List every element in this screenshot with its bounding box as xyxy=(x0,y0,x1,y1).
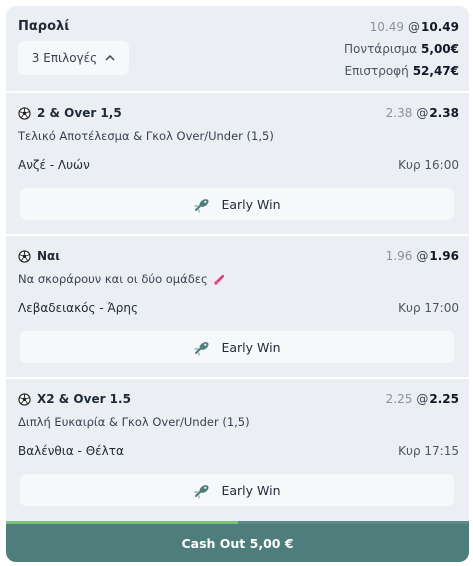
early-win-label: Early Win xyxy=(221,482,281,498)
bet-leg: 2 & Over 1,5 2.38 @2.38 Τελικό Αποτέλεσμα… xyxy=(6,93,469,234)
bet-slip-card: Παρολί 3 Επιλογές 10.49 @10.49 Ποντάρισμα… xyxy=(6,6,469,562)
leg-selection: X2 & Over 1.5 xyxy=(18,392,131,406)
odds-at-sign: @ xyxy=(416,392,429,406)
leg-odds-current: 2.38 xyxy=(429,106,459,120)
leg-selection: Ναι xyxy=(18,249,60,263)
leg-match-time: Κυρ 17:15 xyxy=(398,444,459,458)
leg-match-time: Κυρ 16:00 xyxy=(398,158,459,172)
cash-out-button[interactable]: Cash Out 5,00 € xyxy=(6,524,469,562)
total-odds: 10.49 @10.49 xyxy=(370,20,459,34)
leg-match-teams[interactable]: Βαλένθια - Θέλτα xyxy=(18,444,124,458)
leg-match-time: Κυρ 17:00 xyxy=(398,301,459,315)
early-win-button[interactable]: Early Win xyxy=(20,474,454,506)
early-win-icon xyxy=(194,485,209,499)
leg-odds-current: 1.96 xyxy=(429,249,459,263)
leg-market: Διπλή Ευκαιρία & Γκολ Over/Under (1,5) xyxy=(18,415,250,429)
bet-type-title: Παρολί xyxy=(18,19,70,34)
early-win-button[interactable]: Early Win xyxy=(20,188,454,220)
leg-market-label: Να σκοράρουν και οι δύο ομάδες xyxy=(18,272,208,286)
bet-header: Παρολί 3 Επιλογές 10.49 @10.49 Ποντάρισμα… xyxy=(6,6,469,91)
leg-selection-label: 2 & Over 1,5 xyxy=(37,106,122,120)
total-odds-original: 10.49 xyxy=(369,20,405,34)
leg-odds-original: 2.38 xyxy=(385,106,413,120)
leg-odds: 2.25 @2.25 xyxy=(386,392,459,406)
rocket-boost-icon xyxy=(214,274,224,285)
leg-market-label: Διπλή Ευκαιρία & Γκολ Over/Under (1,5) xyxy=(18,415,250,429)
return-row: Επιστροφή 52,47€ xyxy=(345,64,460,78)
leg-market: Τελικό Αποτέλεσμα & Γκολ Over/Under (1,5… xyxy=(18,129,274,143)
return-label: Επιστροφή xyxy=(344,64,409,78)
stake-label: Ποντάρισμα xyxy=(344,42,418,56)
leg-match-teams[interactable]: Λεβαδειακός - Άρης xyxy=(18,301,138,315)
early-win-icon xyxy=(194,342,209,356)
leg-match-teams[interactable]: Ανζέ - Λυών xyxy=(18,158,90,172)
leg-market-label: Τελικό Αποτέλεσμα & Γκολ Over/Under (1,5… xyxy=(18,129,274,143)
return-value: 52,47€ xyxy=(412,64,459,78)
early-win-label: Early Win xyxy=(221,196,281,212)
leg-odds: 1.96 @1.96 xyxy=(386,249,459,263)
soccer-ball-icon xyxy=(18,249,31,263)
leg-selection-label: X2 & Over 1.5 xyxy=(37,392,131,406)
bet-leg: X2 & Over 1.5 2.25 @2.25 Διπλή Ευκαιρία &… xyxy=(6,379,469,520)
odds-at-sign: @ xyxy=(408,20,421,34)
soccer-ball-icon xyxy=(18,106,31,120)
early-win-icon xyxy=(194,199,209,213)
leg-odds-current: 2.25 xyxy=(429,392,459,406)
leg-odds: 2.38 @2.38 xyxy=(386,106,459,120)
leg-odds-original: 1.96 xyxy=(385,249,413,263)
selections-toggle-button[interactable]: 3 Επιλογές xyxy=(18,41,129,75)
leg-odds-original: 2.25 xyxy=(385,392,413,406)
bet-leg: Ναι 1.96 @1.96 Να σκοράρουν και οι δύο ομ… xyxy=(6,236,469,377)
stake-row: Ποντάρισμα 5,00€ xyxy=(344,42,459,56)
leg-selection: 2 & Over 1,5 xyxy=(18,106,122,120)
leg-selection-label: Ναι xyxy=(37,249,60,263)
selections-toggle-label: 3 Επιλογές xyxy=(31,51,98,65)
early-win-button[interactable]: Early Win xyxy=(20,331,454,363)
chevron-up-icon xyxy=(105,53,115,64)
early-win-label: Early Win xyxy=(221,339,281,355)
leg-market: Να σκοράρουν και οι δύο ομάδες xyxy=(18,272,226,286)
odds-at-sign: @ xyxy=(416,249,429,263)
odds-at-sign: @ xyxy=(416,106,429,120)
stake-value: 5,00€ xyxy=(421,42,459,56)
cashout-section: Cash Out 5,00 € xyxy=(6,521,469,562)
total-odds-current: 10.49 xyxy=(421,20,459,34)
soccer-ball-icon xyxy=(18,392,31,406)
